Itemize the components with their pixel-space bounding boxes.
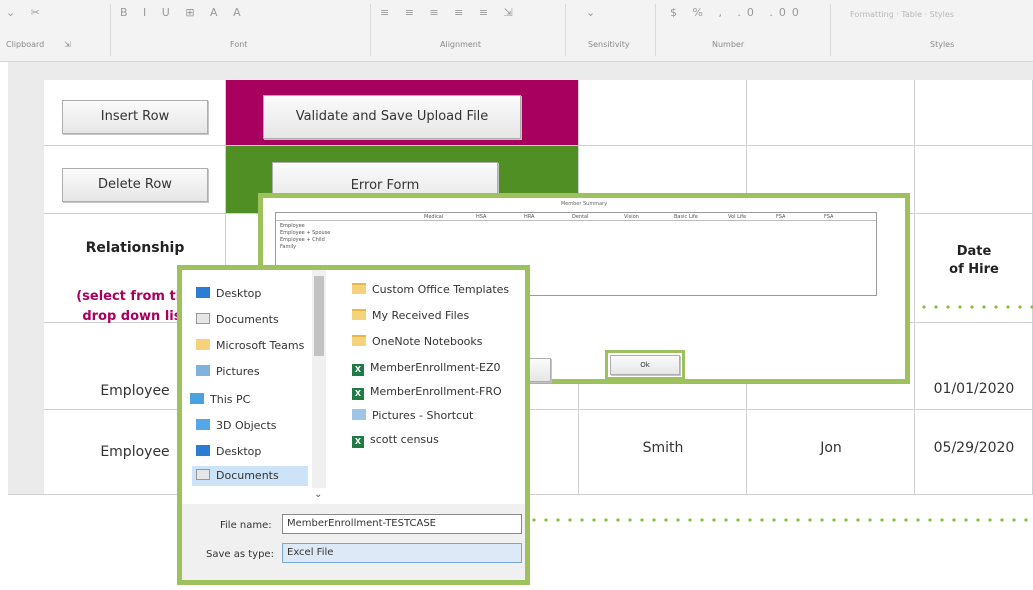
- dotted-connector-bottom: [528, 518, 1033, 522]
- nav-microsoft-teams[interactable]: Microsoft Teams: [196, 336, 304, 356]
- file-memberenrollment-fro[interactable]: X MemberEnrollment-FRO: [352, 382, 502, 402]
- nav-desktop[interactable]: Desktop: [196, 284, 261, 304]
- save-as-type-select[interactable]: Excel File: [282, 543, 522, 563]
- shortcut-icon: [352, 409, 366, 420]
- relationship-header: Relationship: [85, 240, 185, 256]
- summary-col-vol-life: Vol Life: [728, 214, 747, 220]
- navigation-pane: Desktop Documents Microsoft Teams Pictur…: [182, 270, 332, 518]
- excel-file-icon: X: [352, 436, 364, 448]
- number-tools-icons[interactable]: $ % , .0 .00: [670, 6, 820, 30]
- formatting-style[interactable]: Formatting: [850, 10, 894, 19]
- summary-col-hsa: HSA: [476, 214, 487, 220]
- cube-icon: [196, 419, 210, 430]
- summary-col-basic-life: Basic Life: [674, 214, 698, 220]
- computer-icon: [190, 393, 204, 404]
- desktop-icon: [196, 287, 210, 298]
- file-memberenrollment-ez0[interactable]: X MemberEnrollment-EZ0: [352, 358, 501, 378]
- folder-icon: [352, 335, 366, 346]
- scroll-down-icon[interactable]: ⌄: [314, 489, 322, 500]
- nav-documents[interactable]: Documents: [196, 310, 279, 330]
- summary-row-employee: Employee: [280, 223, 305, 229]
- summary-col-vision: Vision: [624, 214, 639, 220]
- summary-col-fsa-1: FSA: [776, 214, 786, 220]
- table-style[interactable]: Table: [901, 10, 922, 19]
- summary-col-dental: Dental: [572, 214, 589, 220]
- summary-row-employee-child: Employee + Child: [280, 237, 325, 243]
- summary-row-employee-spouse: Employee + Spouse: [280, 230, 331, 236]
- cell-styles[interactable]: Styles: [930, 10, 954, 19]
- file-name-input[interactable]: MemberEnrollment-TESTCASE: [282, 514, 522, 534]
- desktop-icon: [196, 445, 210, 456]
- summary-dialog-title: Member Summary: [560, 201, 608, 207]
- font-tools-icons[interactable]: B I U ⊞ A A: [120, 6, 350, 30]
- group-label-alignment: Alignment: [440, 40, 481, 49]
- group-label-font: Font: [230, 40, 248, 49]
- group-label-styles: Styles: [930, 40, 955, 49]
- group-label-number: Number: [712, 40, 745, 49]
- folder-icon: [352, 283, 366, 294]
- group-label-clipboard: Clipboard: [6, 40, 45, 49]
- group-label-sensitivity: Sensitivity: [588, 40, 630, 49]
- file-name-label: File name:: [220, 520, 272, 531]
- documents-icon: [196, 313, 210, 324]
- validate-save-button[interactable]: Validate and Save Upload File: [263, 95, 521, 139]
- file-pictures-shortcut[interactable]: Pictures - Shortcut: [352, 406, 473, 426]
- nav-3d-objects[interactable]: 3D Objects: [196, 416, 277, 436]
- nav-scrollbar[interactable]: [312, 270, 326, 488]
- row2-first-name: Jon: [820, 440, 842, 456]
- file-my-received-files[interactable]: My Received Files: [352, 306, 469, 326]
- screenshot-stage: ⌄ ✂ B I U ⊞ A A ≡ ≡ ≡ ≡ ≡ ⇲ ⌄ $ % , .0 .…: [0, 0, 1033, 590]
- excel-file-icon: X: [352, 364, 364, 376]
- alignment-tools-icons[interactable]: ≡ ≡ ≡ ≡ ≡ ⇲: [380, 6, 550, 30]
- save-as-dialog: Desktop Documents Microsoft Teams Pictur…: [177, 265, 530, 585]
- row2-last-name: Smith: [642, 440, 684, 456]
- row1-date-of-hire: 01/01/2020: [933, 381, 1015, 397]
- dialog-launcher-icon[interactable]: ⇲: [64, 40, 71, 49]
- dotted-connector-top: [918, 305, 1033, 309]
- file-onenote-notebooks[interactable]: OneNote Notebooks: [352, 332, 483, 352]
- summary-col-hra: HRA: [524, 214, 535, 220]
- row2-date-of-hire: 05/29/2020: [933, 440, 1015, 456]
- delete-row-button[interactable]: Delete Row: [62, 168, 208, 202]
- nav-desktop-2[interactable]: Desktop: [196, 442, 261, 462]
- pictures-icon: [196, 365, 210, 376]
- summary-row-family: Family: [280, 244, 297, 250]
- summary-col-fsa-2: FSA: [824, 214, 834, 220]
- folder-icon: [352, 309, 366, 320]
- excel-file-icon: X: [352, 388, 364, 400]
- nav-documents-selected[interactable]: Documents: [192, 466, 308, 486]
- ok-button-highlight: Ok: [605, 350, 685, 380]
- styles-gallery[interactable]: Formatting · Table · Styles: [850, 10, 954, 19]
- ok-button[interactable]: Ok: [610, 355, 680, 375]
- excel-ribbon: ⌄ ✂ B I U ⊞ A A ≡ ≡ ≡ ≡ ≡ ⇲ ⌄ $ % , .0 .…: [0, 0, 1033, 62]
- documents-icon: [196, 469, 210, 480]
- summary-col-medical: Medical: [424, 214, 444, 220]
- file-custom-office-templates[interactable]: Custom Office Templates: [352, 280, 509, 300]
- save-fields-area: File name: MemberEnrollment-TESTCASE Sav…: [182, 504, 525, 580]
- folder-icon: [196, 339, 210, 350]
- date-of-hire-header-line1: Date: [956, 244, 992, 259]
- scrollbar-thumb[interactable]: [314, 276, 324, 356]
- date-of-hire-header-line2: of Hire: [949, 262, 999, 277]
- nav-this-pc[interactable]: This PC: [190, 390, 250, 410]
- file-scott-census[interactable]: Xscott census: [352, 430, 439, 450]
- paste-icon[interactable]: ⌄ ✂: [6, 6, 66, 30]
- insert-row-button[interactable]: Insert Row: [62, 100, 208, 134]
- nav-pictures[interactable]: Pictures: [196, 362, 260, 382]
- save-as-type-label: Save as type:: [206, 549, 274, 560]
- sensitivity-icon[interactable]: ⌄: [586, 6, 646, 30]
